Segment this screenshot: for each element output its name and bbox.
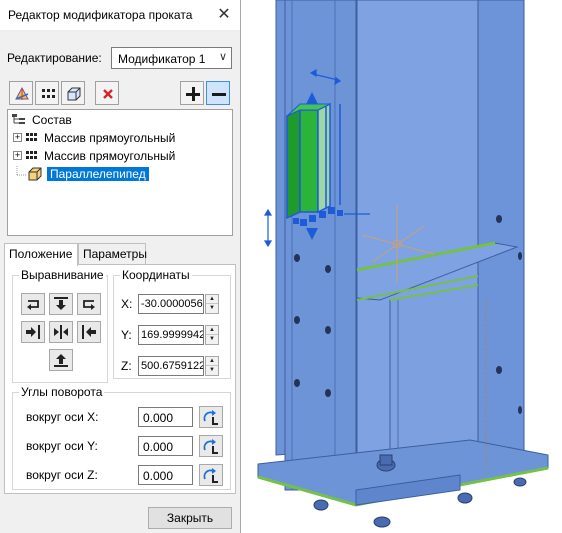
add-button[interactable]: [180, 81, 204, 105]
minus-icon: [212, 93, 226, 96]
spin-up-icon[interactable]: ▲: [206, 326, 218, 335]
array-button[interactable]: [35, 81, 59, 105]
expand-icon[interactable]: +: [13, 151, 22, 160]
rotation-group-label: Углы поворота: [19, 385, 105, 399]
coord-y-input[interactable]: 169.9999942: [138, 325, 204, 345]
rotate-right-icon: [83, 300, 95, 310]
dialog-title: Редактор модификатора проката: [8, 8, 193, 22]
right-flange: [477, 0, 525, 461]
coord-x-input[interactable]: -30.0000056: [138, 294, 204, 314]
3d-viewport[interactable]: [241, 0, 562, 533]
coord-y-spinner[interactable]: ▲ ▼: [205, 325, 219, 345]
align-rotate-left-button[interactable]: [21, 293, 45, 315]
spin-down-icon[interactable]: ▼: [206, 366, 218, 375]
front-column: [284, 0, 357, 491]
tree-connector-icon: [16, 166, 27, 176]
coordinates-group: Координаты X: -30.0000056 ▲ ▼ Y: 169.9999…: [113, 268, 231, 379]
box-icon: [28, 167, 42, 181]
align-bottom-button[interactable]: [49, 349, 73, 371]
rotation-z-button[interactable]: [199, 464, 223, 486]
align-top-button[interactable]: [49, 293, 73, 315]
coord-x-label: X:: [121, 297, 133, 311]
position-tab-panel: Выравнивание Координаты X: -30.0000056 ▲…: [4, 264, 236, 494]
tab-position[interactable]: Положение: [4, 243, 78, 266]
tree-root-label: Состав: [32, 113, 72, 127]
tab-parameters[interactable]: Параметры: [78, 243, 147, 265]
tree-root[interactable]: Состав: [11, 112, 211, 128]
rotation-x-input[interactable]: 0.000: [138, 407, 193, 427]
expand-icon[interactable]: +: [13, 133, 22, 142]
close-button[interactable]: Закрыть: [148, 507, 232, 529]
align-right-button[interactable]: [77, 321, 101, 343]
edit-combo[interactable]: Модификатор 1 ∨: [111, 47, 232, 69]
spin-up-icon[interactable]: ▲: [206, 357, 218, 366]
close-icon[interactable]: ✕: [214, 5, 234, 25]
tree-item[interactable]: + Массив прямоугольный: [13, 148, 228, 164]
coord-x-spinner[interactable]: ▲ ▼: [205, 294, 219, 314]
tree-item[interactable]: + Массив прямоугольный: [13, 130, 228, 146]
align-top-icon: [54, 297, 68, 310]
title-bar: Редактор модификатора проката ✕: [0, 0, 240, 30]
align-center-button[interactable]: [49, 321, 73, 343]
rotation-group: Углы поворота вокруг оси X: 0.000 вокруг…: [12, 385, 231, 490]
spin-down-icon[interactable]: ▼: [206, 335, 218, 344]
rotation-x-button[interactable]: [199, 406, 223, 428]
rotation-z-input[interactable]: 0.000: [138, 465, 193, 485]
align-center-icon: [54, 325, 68, 339]
chevron-down-icon: ∨: [218, 51, 227, 63]
alignment-group: Выравнивание: [12, 268, 108, 383]
rotate-axis-icon: [203, 439, 218, 454]
modifier-editor-dialog: Редактор модификатора проката ✕ Редактир…: [0, 0, 241, 533]
rotate-left-icon: [27, 300, 39, 310]
coord-z-input[interactable]: 500.6759122: [138, 356, 204, 376]
rotation-z-label: вокруг оси Z:: [26, 468, 98, 482]
box-button[interactable]: [61, 81, 85, 105]
align-left-button[interactable]: [21, 321, 45, 343]
rotation-y-input[interactable]: 0.000: [138, 436, 193, 456]
array-icon: [42, 89, 55, 98]
tree-item-label: Массив прямоугольный: [44, 149, 176, 163]
rotation-y-button[interactable]: [199, 435, 223, 457]
coord-z-label: Z:: [121, 359, 132, 373]
align-right-icon: [82, 325, 96, 339]
edit-combo-value: Модификатор 1: [118, 52, 206, 66]
shape-button[interactable]: [9, 81, 33, 105]
plus-icon: [186, 87, 200, 101]
alignment-group-label: Выравнивание: [19, 268, 106, 282]
remove-button[interactable]: [206, 81, 230, 105]
rotate-axis-icon: [203, 410, 218, 425]
shape-icon: [15, 86, 29, 100]
coord-z-spinner[interactable]: ▲ ▼: [205, 356, 219, 376]
composition-tree[interactable]: Состав + Массив прямоугольный + Массив п…: [7, 109, 233, 236]
align-bottom-icon: [54, 354, 68, 367]
array-icon: [26, 151, 37, 159]
delete-button[interactable]: [95, 81, 119, 105]
box-icon: [67, 87, 81, 101]
align-left-icon: [26, 325, 40, 339]
edit-label: Редактирование:: [7, 51, 102, 65]
array-icon: [26, 133, 37, 141]
delete-icon: [103, 89, 113, 99]
rotate-axis-icon: [203, 468, 218, 483]
spin-up-icon[interactable]: ▲: [206, 295, 218, 304]
rotation-y-label: вокруг оси Y:: [26, 439, 98, 453]
coordinates-group-label: Координаты: [120, 268, 192, 282]
spin-down-icon[interactable]: ▼: [206, 304, 218, 313]
tree-item-label: Параллелепипед: [47, 167, 149, 181]
coord-y-label: Y:: [121, 328, 132, 342]
align-rotate-right-button[interactable]: [77, 293, 101, 315]
rotation-x-label: вокруг оси X:: [26, 410, 99, 424]
tree-root-icon: [12, 114, 25, 124]
tree-item-selected[interactable]: Параллелепипед: [13, 166, 228, 182]
tree-item-label: Массив прямоугольный: [44, 131, 176, 145]
